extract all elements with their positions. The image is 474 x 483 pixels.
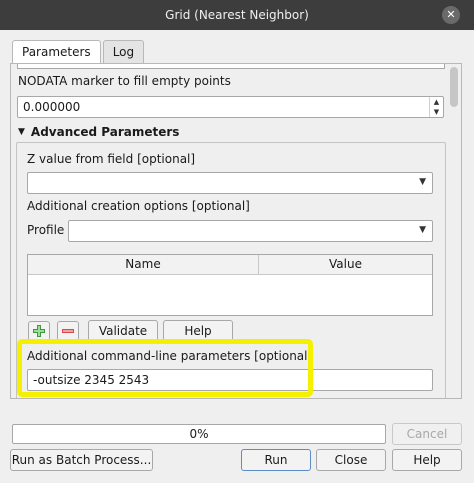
spin-down-icon[interactable]: ▼ xyxy=(430,107,443,117)
profile-combo[interactable]: ▼ xyxy=(68,220,433,242)
title-bar: Grid (Nearest Neighbor) ✕ xyxy=(0,0,474,30)
dialog-window: Grid (Nearest Neighbor) ✕ Parameters Log… xyxy=(0,0,474,483)
window-title: Grid (Nearest Neighbor) xyxy=(165,8,309,22)
column-header-name[interactable]: Name xyxy=(28,255,259,275)
help-button[interactable]: Help xyxy=(392,449,462,471)
collapse-triangle-icon: ▼ xyxy=(18,127,25,137)
profile-label: Profile xyxy=(27,223,65,237)
creation-options-label: Additional creation options [optional] xyxy=(27,199,250,213)
cmdline-input[interactable]: -outsize 2345 2543 xyxy=(27,369,433,391)
close-button[interactable]: Close xyxy=(316,449,386,471)
nodata-value: 0.000000 xyxy=(23,100,81,114)
nodata-input[interactable]: 0.000000 ▲ ▼ xyxy=(17,96,444,118)
spin-up-icon[interactable]: ▲ xyxy=(430,97,443,107)
minus-icon xyxy=(62,329,74,333)
options-table[interactable]: Name Value xyxy=(27,254,433,316)
cut-off-field xyxy=(17,64,445,69)
nodata-spinner[interactable]: ▲ ▼ xyxy=(429,97,443,117)
validate-button[interactable]: Validate xyxy=(88,320,158,342)
remove-row-button[interactable] xyxy=(57,321,79,341)
parameters-panel: NODATA marker to fill empty points 0.000… xyxy=(10,63,462,399)
tab-bar: Parameters Log xyxy=(12,40,146,65)
column-header-value[interactable]: Value xyxy=(259,255,432,275)
zfield-label: Z value from field [optional] xyxy=(27,152,196,166)
cancel-button[interactable]: Cancel xyxy=(392,423,462,445)
add-row-button[interactable] xyxy=(28,321,50,341)
chevron-down-icon: ▼ xyxy=(419,225,426,235)
panel-scrollbar[interactable] xyxy=(450,67,458,393)
chevron-down-icon: ▼ xyxy=(419,177,426,187)
advanced-title: Advanced Parameters xyxy=(30,125,180,139)
tab-log[interactable]: Log xyxy=(102,40,145,64)
advanced-parameters-toggle[interactable]: ▼ Advanced Parameters xyxy=(18,125,179,139)
cmdline-value: -outsize 2345 2543 xyxy=(33,373,150,387)
close-icon[interactable]: ✕ xyxy=(442,6,460,24)
plus-icon xyxy=(33,325,45,337)
run-button[interactable]: Run xyxy=(241,449,311,471)
table-help-button[interactable]: Help xyxy=(163,320,233,342)
nodata-label: NODATA marker to fill empty points xyxy=(18,74,231,88)
scrollbar-thumb[interactable] xyxy=(450,67,458,107)
zfield-combo[interactable]: ▼ xyxy=(27,172,433,194)
progress-text: 0% xyxy=(189,427,209,441)
progress-bar: 0% xyxy=(12,424,386,444)
tab-parameters[interactable]: Parameters xyxy=(12,40,101,65)
cmdline-label: Additional command-line parameters [opti… xyxy=(27,349,313,363)
batch-process-button[interactable]: Run as Batch Process... xyxy=(10,449,153,471)
